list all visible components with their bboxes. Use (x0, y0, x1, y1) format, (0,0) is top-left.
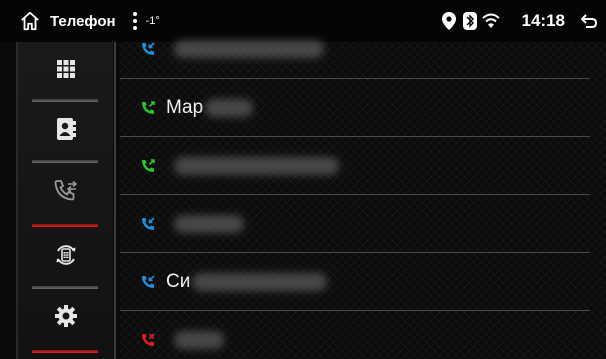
redacted-name (174, 39, 324, 58)
home-icon[interactable] (18, 9, 42, 33)
list-item[interactable] (120, 20, 606, 77)
list-item[interactable]: Мар (120, 79, 606, 136)
outgoing-call-icon (140, 100, 156, 116)
sidebar-item-keypad[interactable] (18, 42, 113, 100)
redacted-name (174, 156, 339, 175)
missed-call-icon (140, 332, 156, 348)
incoming-call-icon (140, 216, 156, 232)
sidebar-separator-red (32, 350, 98, 353)
incoming-call-icon (140, 274, 156, 290)
contacts-icon (55, 117, 77, 146)
list-item[interactable] (120, 137, 606, 194)
list-item[interactable]: Си (120, 253, 606, 310)
redacted-name (174, 330, 224, 349)
call-log-list[interactable]: Мар Си (120, 39, 606, 359)
call-log-icon (54, 179, 78, 206)
sidebar-item-settings[interactable] (18, 289, 113, 347)
redacted-name (205, 98, 254, 117)
gear-icon (54, 304, 78, 333)
contact-name: Мар (166, 96, 204, 118)
sidebar-divider (114, 42, 116, 359)
contact-name: Си (166, 270, 191, 292)
incoming-call-icon (140, 41, 156, 57)
phone-sync-icon (54, 243, 78, 272)
sidebar-item-phone-sync[interactable] (18, 228, 113, 286)
redacted-name (174, 214, 244, 233)
phone-app-screen: Телефон -1° 14:18 Мар Си (0, 0, 606, 359)
sidebar-item-contacts[interactable] (18, 102, 113, 160)
active-indicator (32, 224, 98, 227)
sidebar-nav (16, 42, 113, 359)
list-item[interactable] (120, 195, 606, 252)
app-title: Телефон (50, 12, 116, 30)
sidebar-item-call-log[interactable] (18, 163, 113, 221)
keypad-icon (56, 59, 76, 84)
outgoing-call-icon (140, 158, 156, 174)
redacted-name (192, 272, 328, 291)
list-item[interactable] (120, 311, 606, 359)
